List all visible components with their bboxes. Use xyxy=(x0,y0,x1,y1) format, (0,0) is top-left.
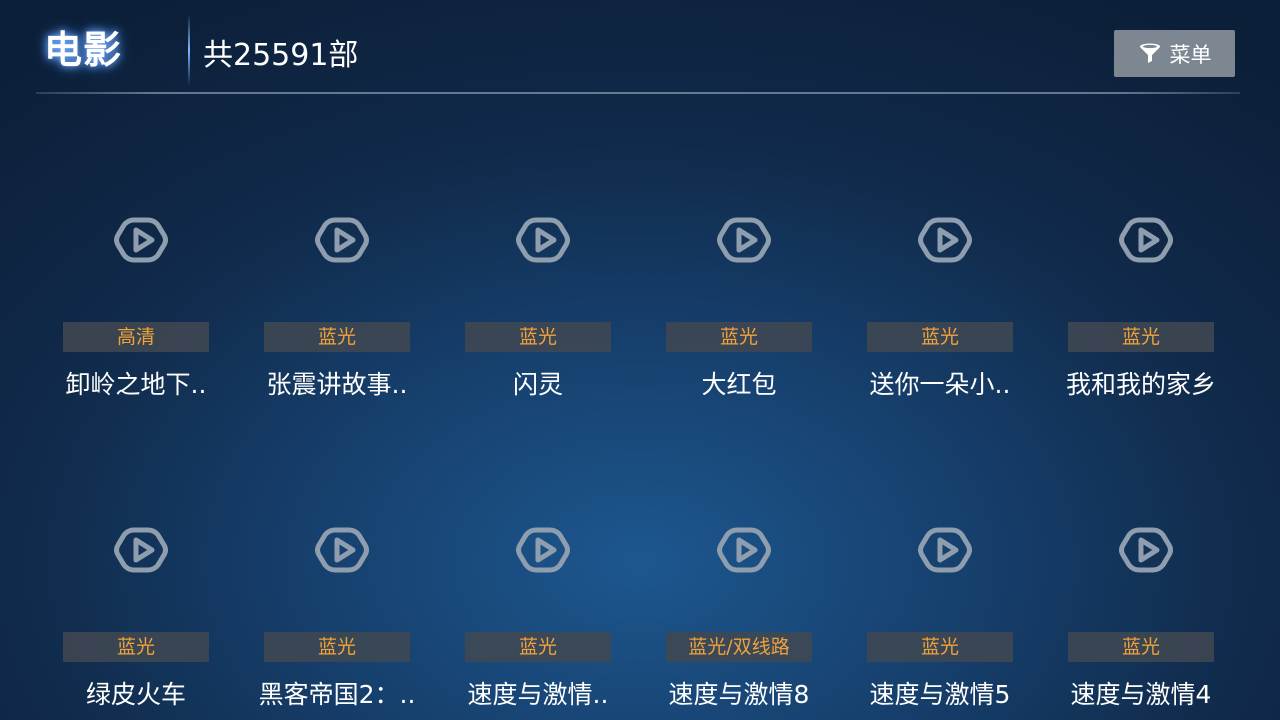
movie-poster xyxy=(867,150,1013,322)
quality-badge: 蓝光 xyxy=(63,632,209,662)
quality-badge: 蓝光 xyxy=(264,632,410,662)
header-bar: 电影 共25591部 菜单 xyxy=(0,0,1280,94)
movie-poster xyxy=(465,460,611,632)
quality-badge: 高清 xyxy=(63,322,209,352)
quality-badge: 蓝光 xyxy=(1068,322,1214,352)
movie-card[interactable]: 蓝光/双线路 速度与激情8 xyxy=(666,460,812,720)
movie-card[interactable]: 蓝光 速度与激情.. xyxy=(465,460,611,720)
movie-card[interactable]: 高清 卸岭之地下.. xyxy=(63,150,209,410)
play-icon xyxy=(114,527,168,573)
quality-badge: 蓝光 xyxy=(867,632,1013,662)
menu-label: 菜单 xyxy=(1169,42,1212,67)
movie-title: 卸岭之地下.. xyxy=(65,370,207,399)
movie-card[interactable]: 蓝光 送你一朵小.. xyxy=(867,150,1013,410)
movie-title: 黑客帝国2：.. xyxy=(258,680,416,709)
movie-title: 速度与激情8 xyxy=(668,680,810,709)
movie-title: 闪灵 xyxy=(512,370,563,399)
movie-poster xyxy=(264,150,410,322)
filter-icon xyxy=(1139,43,1160,63)
quality-badge: 蓝光 xyxy=(465,632,611,662)
movie-card[interactable]: 蓝光 速度与激情4 xyxy=(1068,460,1214,720)
quality-badge: 蓝光 xyxy=(465,322,611,352)
play-icon xyxy=(717,527,771,573)
movie-poster xyxy=(1068,460,1214,632)
movie-card[interactable]: 蓝光 速度与激情5 xyxy=(867,460,1013,720)
movie-card[interactable]: 蓝光 我和我的家乡 xyxy=(1066,150,1216,410)
movie-title: 速度与激情5 xyxy=(869,680,1011,709)
play-icon xyxy=(516,527,570,573)
movie-count: 共25591部 xyxy=(203,38,359,73)
movie-title: 大红包 xyxy=(701,370,777,399)
movie-title: 我和我的家乡 xyxy=(1065,370,1216,399)
movie-title: 速度与激情4 xyxy=(1070,680,1212,709)
movie-card[interactable]: 蓝光 黑客帝国2：.. xyxy=(259,460,415,720)
play-icon xyxy=(1119,527,1173,573)
play-icon xyxy=(1119,217,1173,263)
movie-card[interactable]: 蓝光 大红包 xyxy=(666,150,812,410)
play-icon xyxy=(315,217,369,263)
movie-title: 速度与激情.. xyxy=(467,680,609,709)
menu-button[interactable]: 菜单 xyxy=(1114,30,1235,77)
quality-badge: 蓝光 xyxy=(666,322,812,352)
movie-card[interactable]: 蓝光 闪灵 xyxy=(465,150,611,410)
movie-poster xyxy=(465,150,611,322)
movie-poster xyxy=(63,460,209,632)
play-icon xyxy=(516,217,570,263)
play-icon xyxy=(918,527,972,573)
movie-poster xyxy=(867,460,1013,632)
movie-title: 绿皮火车 xyxy=(85,680,186,709)
movie-card[interactable]: 蓝光 绿皮火车 xyxy=(63,460,209,720)
movie-title: 送你一朵小.. xyxy=(869,370,1011,399)
movie-title: 张震讲故事.. xyxy=(266,370,408,399)
quality-badge: 蓝光 xyxy=(867,322,1013,352)
movie-poster xyxy=(666,460,812,632)
play-icon xyxy=(717,217,771,263)
quality-badge: 蓝光/双线路 xyxy=(666,632,812,662)
movie-card[interactable]: 蓝光 张震讲故事.. xyxy=(264,150,410,410)
header-separator xyxy=(36,92,1240,94)
quality-badge: 蓝光 xyxy=(264,322,410,352)
play-icon xyxy=(918,217,972,263)
play-icon xyxy=(114,217,168,263)
movie-poster xyxy=(666,150,812,322)
movie-poster xyxy=(264,460,410,632)
quality-badge: 蓝光 xyxy=(1068,632,1214,662)
header-divider xyxy=(188,14,190,86)
movie-poster xyxy=(63,150,209,322)
play-icon xyxy=(315,527,369,573)
page-title: 电影 xyxy=(44,28,123,72)
movie-poster xyxy=(1068,150,1214,322)
